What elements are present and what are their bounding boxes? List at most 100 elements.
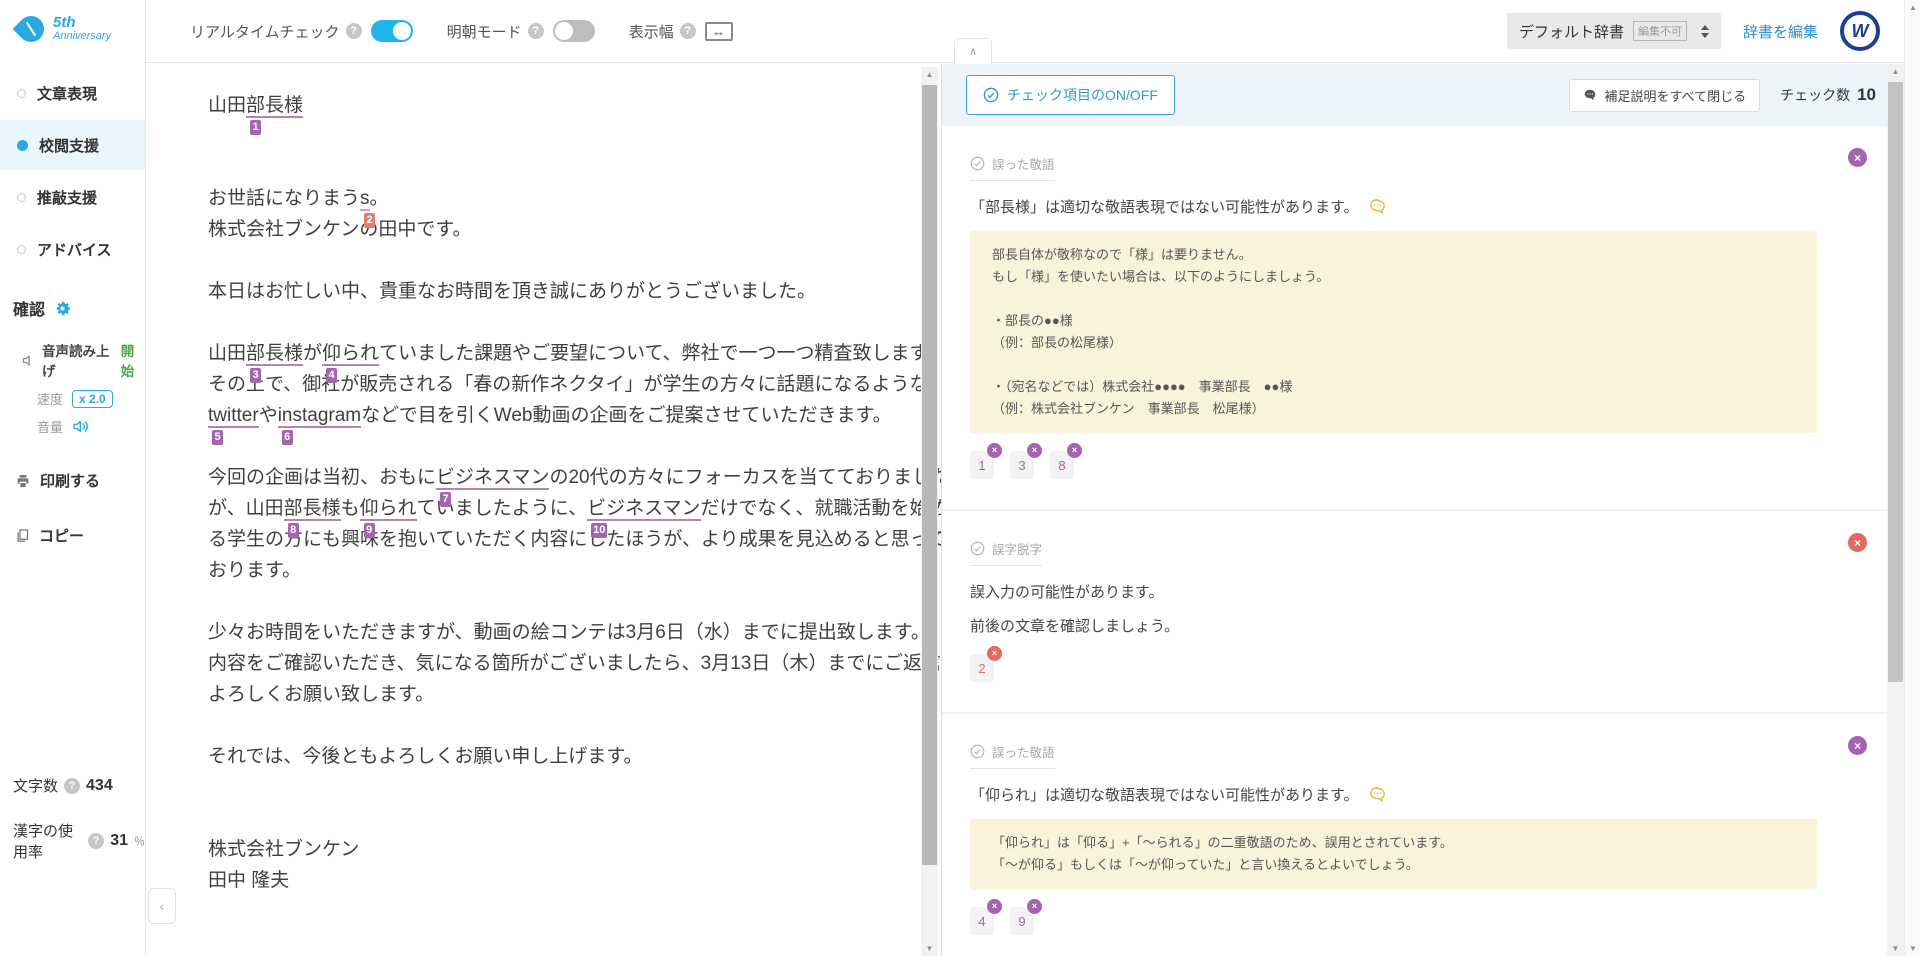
- editor-line[interactable]: 内容をご確認いただき、気になる箇所がございましたら、3月13日（木）までにご返信: [208, 648, 866, 679]
- note-bubble-icon[interactable]: [1368, 197, 1387, 216]
- flagged-text[interactable]: ビジネスマン7: [436, 467, 549, 490]
- scroll-down-icon[interactable]: ▼: [921, 941, 938, 956]
- dismiss-issue-icon[interactable]: ×: [1067, 443, 1082, 458]
- sidebar-item-3[interactable]: 推敲支援: [0, 172, 145, 222]
- editor-line[interactable]: [208, 121, 866, 152]
- check-items-onoff-button[interactable]: チェック項目のON/OFF: [966, 75, 1175, 115]
- editor-line[interactable]: [208, 710, 866, 741]
- text-editor[interactable]: 山田部長様1 お世話になりまうs2。株式会社ブンケンの田中です。 本日はお忙しい…: [146, 64, 941, 956]
- flagged-text[interactable]: twitter5: [208, 405, 259, 428]
- issue-tag[interactable]: 4×: [970, 907, 994, 935]
- editor-line[interactable]: [208, 586, 866, 617]
- editor-line[interactable]: [208, 803, 866, 834]
- scroll-down-icon[interactable]: ▼: [1905, 941, 1920, 956]
- sidebar-item-1[interactable]: 文章表現: [0, 68, 145, 118]
- print-button[interactable]: 印刷する: [0, 470, 145, 491]
- copy-button[interactable]: コピー: [0, 525, 145, 546]
- close-check-icon[interactable]: ×: [1848, 148, 1867, 167]
- help-icon[interactable]: ?: [88, 833, 104, 849]
- flagged-text[interactable]: 部長様8: [284, 498, 341, 521]
- issue-tag[interactable]: 9×: [1010, 907, 1034, 935]
- editor-line[interactable]: 株式会社ブンケンの田中です。: [208, 214, 866, 245]
- volume-label: 音量: [37, 417, 63, 436]
- scroll-up-icon[interactable]: ▲: [1887, 64, 1904, 79]
- flagged-text[interactable]: 部長様3: [246, 343, 303, 366]
- editor-line[interactable]: が、山田部長様8も仰られ9ていましたように、ビジネスマン10だけでなく、就職活動…: [208, 493, 866, 524]
- panel-scrollbar-thumb[interactable]: [1888, 82, 1903, 682]
- issue-tag[interactable]: 8×: [1050, 451, 1074, 479]
- scroll-up-icon[interactable]: ▲: [1905, 0, 1920, 15]
- mincho-toggle[interactable]: [553, 20, 595, 42]
- sidebar-item-2[interactable]: 校閲支援: [0, 120, 145, 170]
- editor-scrollbar-thumb[interactable]: [922, 85, 937, 865]
- tts-start-button[interactable]: 開始: [121, 340, 145, 380]
- panel-collapse-button[interactable]: ∧: [954, 38, 992, 64]
- editor-line[interactable]: 少々お時間をいただきますが、動画の絵コンテは3月6日（水）までに提出致します。: [208, 617, 866, 648]
- sidebar-collapse-button[interactable]: ‹: [148, 888, 176, 924]
- editor-content[interactable]: 山田部長様1 お世話になりまうs2。株式会社ブンケンの田中です。 本日はお忙しい…: [146, 64, 866, 896]
- editor-line[interactable]: 今回の企画は当初、おもにビジネスマン7の20代の方々にフォーカスを当てておりまし…: [208, 462, 866, 493]
- help-icon[interactable]: ?: [64, 778, 80, 794]
- flagged-text[interactable]: instagram6: [278, 405, 361, 428]
- edit-dictionary-link[interactable]: 辞書を編集: [1743, 21, 1818, 42]
- tts-row[interactable]: 音声読み上げ 開始: [0, 340, 145, 380]
- dismiss-issue-icon[interactable]: ×: [1027, 443, 1042, 458]
- gear-icon[interactable]: [53, 299, 72, 318]
- flagged-text[interactable]: 仰られ9: [360, 498, 417, 521]
- help-icon[interactable]: ?: [680, 23, 696, 39]
- chevron-up-icon: ∧: [969, 45, 977, 58]
- flagged-text[interactable]: ビジネスマン10: [587, 498, 700, 521]
- issue-tag[interactable]: 1×: [970, 451, 994, 479]
- volume-icon[interactable]: [72, 418, 90, 435]
- editor-line[interactable]: [208, 152, 866, 183]
- close-check-icon[interactable]: ×: [1848, 533, 1867, 552]
- editor-line[interactable]: 株式会社ブンケン: [208, 834, 866, 865]
- help-icon[interactable]: ?: [528, 23, 544, 39]
- realtime-toggle[interactable]: [371, 20, 413, 42]
- editor-line[interactable]: その上で、御社が販売される「春の新作ネクタイ」が学生の方々に話題になるような、: [208, 369, 866, 400]
- editor-line[interactable]: 本日はお忙しい中、貴重なお時間を頂き誠にありがとうございました。: [208, 276, 866, 307]
- panel-scrollbar[interactable]: ▲ ▼: [1887, 64, 1904, 956]
- note-bubble-icon[interactable]: [1368, 785, 1387, 804]
- editor-line[interactable]: [208, 772, 866, 803]
- editor-line[interactable]: [208, 431, 866, 462]
- close-check-icon[interactable]: ×: [1848, 736, 1867, 755]
- help-icon[interactable]: ?: [346, 23, 362, 39]
- editor-line[interactable]: 田中 隆夫: [208, 865, 866, 896]
- dismiss-issue-icon[interactable]: ×: [987, 899, 1002, 914]
- dismiss-issue-icon[interactable]: ×: [1027, 899, 1042, 914]
- check-note-line: [992, 354, 1795, 376]
- issue-tag[interactable]: 2×: [970, 654, 994, 682]
- dictionary-select[interactable]: デフォルト辞書 編集不可: [1507, 13, 1721, 49]
- close-all-notes-button[interactable]: 補足説明をすべて閉じる: [1569, 79, 1761, 112]
- editor-line[interactable]: それでは、今後ともよろしくお願い申し上げます。: [208, 741, 866, 772]
- editor-line[interactable]: る学生の方にも興味を抱いていただく内容にしたほうが、より成果を見込めると思って: [208, 524, 866, 555]
- editor-line[interactable]: twitter5やinstagram6などで目を引くWeb動画の企画をご提案させ…: [208, 400, 866, 431]
- flagged-text[interactable]: s2: [360, 188, 370, 211]
- pen-drop-icon: [16, 12, 46, 46]
- radio-icon: [17, 245, 26, 254]
- dismiss-issue-icon[interactable]: ×: [987, 646, 1002, 661]
- flagged-text[interactable]: 部長様1: [246, 95, 303, 118]
- flagged-text[interactable]: 仰られ4: [322, 343, 379, 366]
- check-note: 「仰られ」は「仰る」+「～られる」の二重敬語のため、誤用とされています。「～が仰…: [970, 819, 1817, 889]
- scroll-up-icon[interactable]: ▲: [921, 67, 938, 82]
- issue-tag[interactable]: 3×: [1010, 451, 1034, 479]
- editor-line[interactable]: [208, 307, 866, 338]
- speed-value-chip[interactable]: x 2.0: [72, 390, 113, 408]
- realtime-check-label: リアルタイムチェック: [190, 21, 340, 42]
- brand-logo[interactable]: W: [1840, 11, 1880, 51]
- editor-line[interactable]: [208, 245, 866, 276]
- editor-scrollbar[interactable]: ▲ ▼: [921, 67, 938, 956]
- display-width-icon[interactable]: ↔: [705, 22, 733, 41]
- sidebar-item-4[interactable]: アドバイス: [0, 224, 145, 274]
- editor-line[interactable]: 山田部長様1: [208, 90, 866, 121]
- window-scrollbar[interactable]: ▲ ▼: [1904, 0, 1920, 956]
- editor-line[interactable]: 山田部長様3が仰られ4ていました課題やご要望について、弊社で一つ一つ精査致します…: [208, 338, 866, 369]
- editor-line[interactable]: お世話になりまうs2。: [208, 183, 866, 214]
- editor-line[interactable]: よろしくお願い致します。: [208, 679, 866, 710]
- issue-tags: 1× 3× 8×: [970, 451, 1817, 479]
- dismiss-issue-icon[interactable]: ×: [987, 443, 1002, 458]
- scroll-down-icon[interactable]: ▼: [1887, 941, 1904, 956]
- editor-line[interactable]: おります。: [208, 555, 866, 586]
